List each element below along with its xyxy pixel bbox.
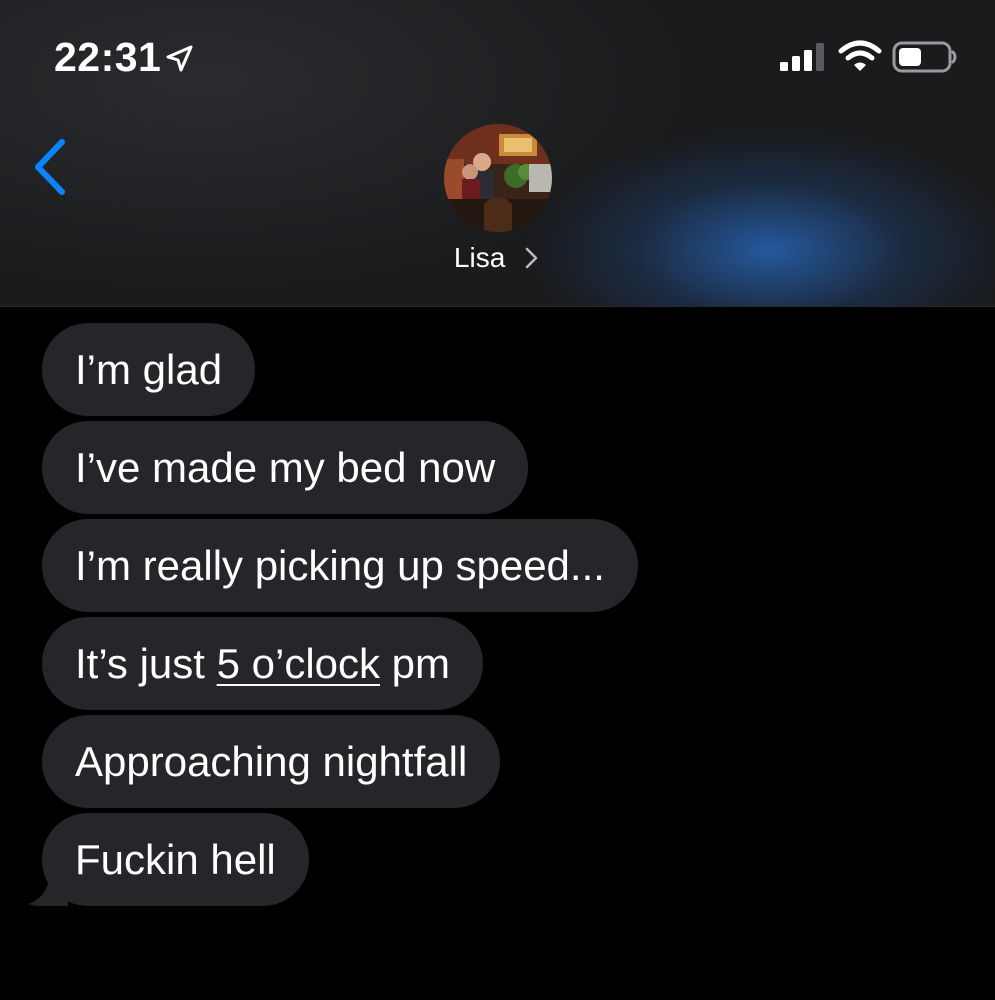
message-bubble[interactable]: I’ve made my bed now <box>42 421 529 514</box>
message-bubble[interactable]: I’m really picking up speed... <box>42 519 638 612</box>
status-bar: 22:31 <box>0 0 995 110</box>
message-bubble[interactable]: It’s just 5 o’clock pm <box>42 617 484 710</box>
message-list: I’m glad I’ve made my bed now I’m really… <box>0 323 995 911</box>
avatar-photo <box>444 124 552 232</box>
message-bubble[interactable]: Fuckin hell <box>28 813 309 906</box>
location-arrow-icon <box>166 45 193 72</box>
chevron-right-icon <box>525 247 538 268</box>
message-text-before: It’s just <box>75 640 217 687</box>
contact-avatar[interactable] <box>444 124 552 232</box>
time-link[interactable]: 5 o’clock <box>217 640 380 687</box>
message-text: I’m glad <box>75 346 223 393</box>
message-bubble[interactable]: I’m glad <box>42 323 256 416</box>
back-button[interactable] <box>26 132 82 202</box>
battery-icon <box>892 41 957 73</box>
cellular-signal-icon <box>780 43 824 71</box>
wifi-icon <box>838 40 882 71</box>
messages-screen: 22:31 Lisa I’m glad I’ve made my bed now… <box>0 0 995 1000</box>
message-text: I’m really picking up speed... <box>75 542 605 589</box>
contact-name-button[interactable]: Lisa <box>0 240 995 274</box>
conversation-header: 22:31 Lisa <box>0 0 995 307</box>
status-time: 22:31 <box>54 34 162 80</box>
message-text: Fuckin hell <box>75 836 276 883</box>
message-text: Approaching nightfall <box>75 738 468 785</box>
message-text-after: pm <box>380 640 451 687</box>
message-bubble[interactable]: Approaching nightfall <box>42 715 501 808</box>
bubble-tail <box>28 876 68 906</box>
message-text: I’ve made my bed now <box>75 444 496 491</box>
contact-name: Lisa <box>453 241 506 273</box>
